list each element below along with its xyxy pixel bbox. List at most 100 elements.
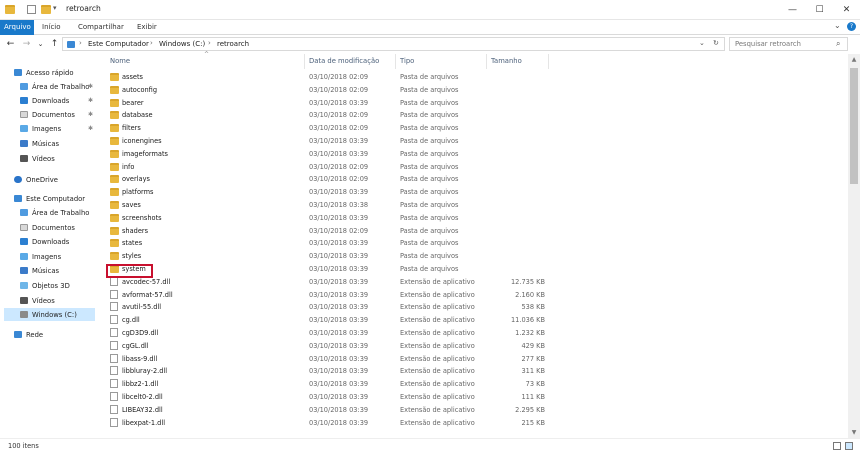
table-row[interactable]: LIBEAY32.dll 03/10/2018 03:39 Extensão de … (103, 404, 548, 417)
table-row[interactable]: autoconfig 03/10/2018 02:09 Pasta de arqui… (103, 84, 548, 97)
nav-quick-music[interactable]: Músicas (20, 137, 59, 150)
tab-exibir[interactable]: Exibir (133, 20, 161, 35)
details-view-icon[interactable] (833, 442, 841, 450)
table-row[interactable]: styles 03/10/2018 03:39 Pasta de arquivos (103, 250, 548, 263)
properties-icon[interactable] (27, 5, 36, 14)
file-date: 03/10/2018 02:09 (309, 85, 369, 94)
nav-pc-3d-objects[interactable]: Objetos 3D (20, 279, 70, 292)
column-divider[interactable] (548, 54, 549, 69)
scroll-down-icon[interactable]: ▼ (848, 427, 860, 438)
column-divider[interactable] (486, 54, 487, 69)
nav-label: Windows (C:) (32, 310, 77, 319)
table-row[interactable]: states 03/10/2018 03:39 Pasta de arquivos (103, 237, 548, 250)
nav-label: Vídeos (32, 296, 55, 305)
refresh-icon[interactable]: ↻ (713, 39, 719, 47)
table-row[interactable]: overlays 03/10/2018 02:09 Pasta de arquivo… (103, 173, 548, 186)
search-input[interactable]: Pesquisar retroarch ⌕ (729, 37, 848, 51)
nav-pc-music[interactable]: Músicas (20, 264, 59, 277)
nav-network[interactable]: Rede (14, 328, 43, 341)
table-row[interactable]: avutil-55.dll 03/10/2018 03:39 Extensão de… (103, 301, 548, 314)
table-row[interactable]: cg.dll 03/10/2018 03:39 Extensão de aplica… (103, 314, 548, 327)
table-row[interactable]: libbz2-1.dll 03/10/2018 03:39 Extensão de … (103, 378, 548, 391)
nav-pc-downloads[interactable]: Downloads (20, 235, 69, 248)
table-row[interactable]: avformat-57.dll 03/10/2018 03:39 Extensão … (103, 289, 548, 302)
column-divider[interactable] (304, 54, 305, 69)
nav-this-pc[interactable]: Este Computador (14, 192, 85, 205)
search-icon[interactable]: ⌕ (836, 39, 840, 49)
table-row[interactable]: assets 03/10/2018 02:09 Pasta de arquivos (103, 71, 548, 84)
table-row[interactable]: libexpat-1.dll 03/10/2018 03:39 Extensão d… (103, 417, 548, 430)
nav-quick-documents[interactable]: Documentos (20, 108, 75, 121)
column-header-size[interactable]: Tamanho (491, 57, 522, 65)
quick-access-dropdown-icon[interactable]: ▾ (53, 4, 57, 12)
minimize-button[interactable]: — (779, 0, 806, 20)
scroll-up-icon[interactable]: ▲ (848, 54, 860, 65)
column-divider[interactable] (395, 54, 396, 69)
table-row[interactable]: cgGL.dll 03/10/2018 03:39 Extensão de apli… (103, 340, 548, 353)
file-name: styles (122, 252, 142, 261)
nav-pc-windows-c[interactable]: Windows (C:) (4, 308, 95, 321)
tab-compartilhar[interactable]: Compartilhar (74, 20, 128, 35)
nav-quick-access[interactable]: Acesso rápido (14, 66, 74, 79)
table-row[interactable]: filters 03/10/2018 02:09 Pasta de arquivos (103, 122, 548, 135)
table-row[interactable]: bearer 03/10/2018 03:39 Pasta de arquivos (103, 97, 548, 110)
address-dropdown-icon[interactable]: ⌄ (699, 39, 705, 47)
nav-pc-pictures[interactable]: Imagens (20, 250, 61, 263)
help-icon[interactable]: ? (847, 22, 856, 31)
breadcrumb-este-computador[interactable]: Este Computador (88, 40, 149, 48)
file-type: Extensão de aplicativo (400, 418, 475, 427)
address-bar[interactable]: › Este Computador › Windows (C:) › retro… (62, 37, 725, 51)
table-row[interactable]: info 03/10/2018 02:09 Pasta de arquivos (103, 161, 548, 174)
table-row[interactable]: shaders 03/10/2018 02:09 Pasta de arquivos (103, 225, 548, 238)
column-header-type[interactable]: Tipo (400, 57, 414, 65)
recent-locations-icon[interactable]: ⌄ (35, 38, 46, 50)
forward-button[interactable]: → (21, 38, 32, 50)
nav-quick-videos[interactable]: Vídeos (20, 152, 55, 165)
table-row[interactable]: libass-9.dll 03/10/2018 03:39 Extensão de … (103, 353, 548, 366)
nav-pc-desktop[interactable]: Área de Trabalho (20, 206, 89, 219)
vertical-scrollbar[interactable]: ▲ ▼ (848, 54, 860, 438)
table-row[interactable]: database 03/10/2018 02:09 Pasta de arquivo… (103, 109, 548, 122)
table-row[interactable]: imageformats 03/10/2018 03:39 Pasta de arq… (103, 148, 548, 161)
file-type: Pasta de arquivos (400, 175, 459, 184)
address-row: ← → ⌄ ↑ › Este Computador › Windows (C:)… (0, 36, 860, 52)
file-name: assets (122, 73, 143, 81)
video-icon (20, 155, 28, 162)
column-header-date[interactable]: Data de modificação (309, 57, 379, 65)
up-button[interactable]: ↑ (49, 38, 60, 50)
expand-ribbon-icon[interactable]: ⌄ (834, 21, 841, 30)
large-icons-view-icon[interactable] (845, 442, 853, 450)
table-row[interactable]: avcodec-57.dll 03/10/2018 03:39 Extensão d… (103, 276, 548, 289)
scrollbar-thumb[interactable] (850, 68, 858, 184)
nav-quick-downloads[interactable]: Downloads (20, 94, 69, 107)
table-row[interactable]: screenshots 03/10/2018 03:39 Pasta de arqu… (103, 212, 548, 225)
nav-onedrive[interactable]: OneDrive (14, 173, 58, 186)
file-type: Pasta de arquivos (400, 149, 459, 158)
table-row[interactable]: libcelt0-2.dll 03/10/2018 03:39 Extensão d… (103, 391, 548, 404)
nav-pc-videos[interactable]: Vídeos (20, 294, 55, 307)
tab-arquivo[interactable]: Arquivo (0, 20, 34, 35)
breadcrumb-retroarch[interactable]: retroarch (217, 40, 249, 48)
back-button[interactable]: ← (5, 38, 16, 50)
file-type: Pasta de arquivos (400, 213, 459, 222)
nav-quick-pictures[interactable]: Imagens (20, 122, 61, 135)
column-header-name[interactable]: Nome (110, 57, 130, 65)
nav-quick-desktop[interactable]: Área de Trabalho (20, 80, 89, 93)
table-row[interactable]: system 03/10/2018 03:39 Pasta de arquivos (103, 263, 548, 276)
new-folder-icon[interactable] (41, 5, 51, 14)
nav-pc-documents[interactable]: Documentos (20, 221, 75, 234)
breadcrumb-windows-c[interactable]: Windows (C:) (159, 40, 205, 48)
table-row[interactable]: libbluray-2.dll 03/10/2018 03:39 Extensão … (103, 365, 548, 378)
file-type: Extensão de aplicativo (400, 316, 475, 325)
table-row[interactable]: saves 03/10/2018 03:38 Pasta de arquivos (103, 199, 548, 212)
maximize-button[interactable]: ☐ (806, 0, 833, 20)
picture-icon (20, 125, 28, 132)
close-button[interactable]: ✕ (833, 0, 860, 20)
table-row[interactable]: cgD3D9.dll 03/10/2018 03:39 Extensão de ap… (103, 327, 548, 340)
file-type: Extensão de aplicativo (400, 303, 475, 312)
table-row[interactable]: iconengines 03/10/2018 03:39 Pasta de arqu… (103, 135, 548, 148)
file-size: 538 KB (521, 303, 545, 312)
tab-inicio[interactable]: Início (38, 20, 65, 35)
file-type: Extensão de aplicativo (400, 354, 475, 363)
table-row[interactable]: platforms 03/10/2018 03:39 Pasta de arquiv… (103, 186, 548, 199)
